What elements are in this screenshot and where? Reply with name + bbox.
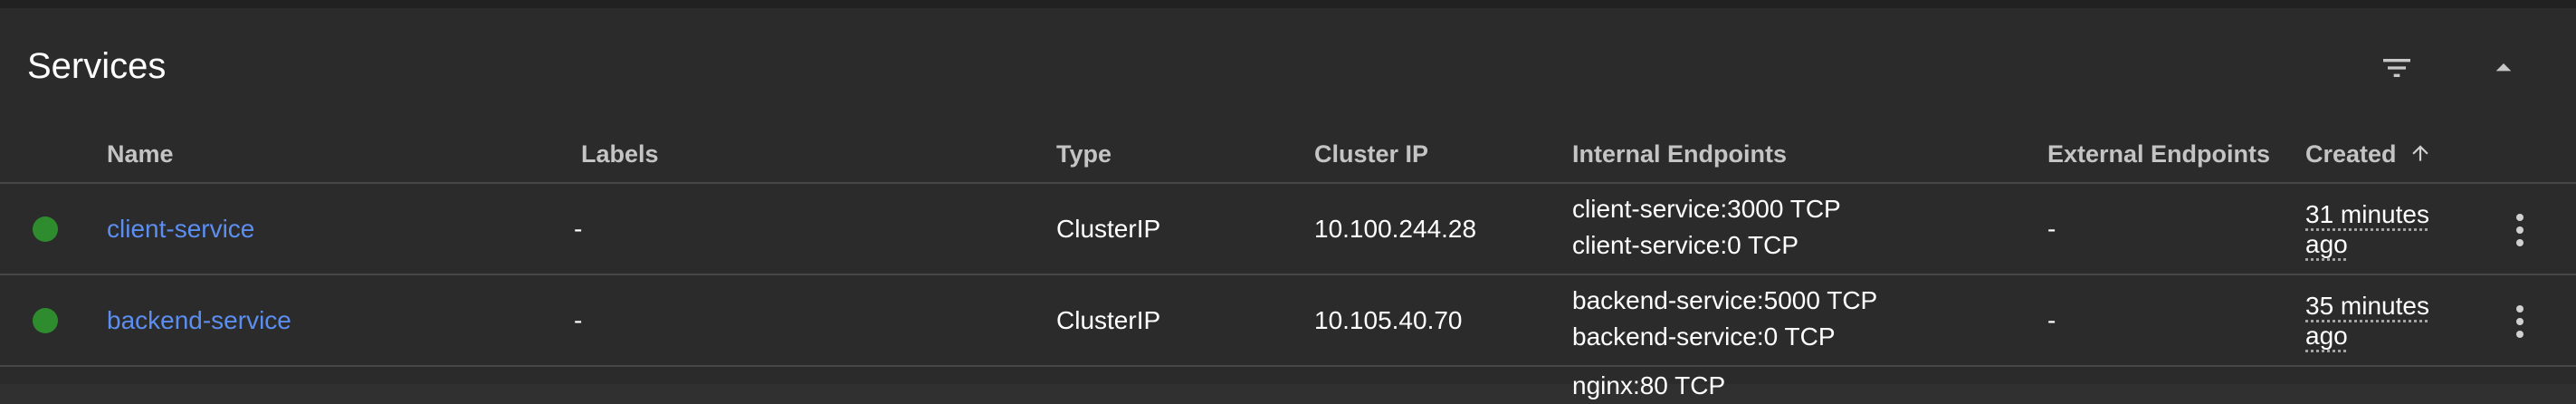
- internal-endpoint: client-service:0 TCP: [1572, 231, 1799, 259]
- filter-icon: [2383, 59, 2410, 77]
- cluster-ip-cell: 10.105.40.70: [1314, 306, 1463, 334]
- labels-cell: -: [574, 215, 583, 243]
- status-ok-icon: [33, 216, 58, 242]
- internal-endpoint-partial: nginx:80 TCP: [1572, 371, 1726, 399]
- column-header-external-endpoints: External Endpoints: [2047, 140, 2271, 168]
- more-vert-icon-dot: [2516, 214, 2524, 221]
- collapse-button[interactable]: [2475, 39, 2533, 97]
- column-header-created-label: Created: [2305, 140, 2397, 168]
- internal-endpoint: client-service:3000 TCP: [1572, 195, 1841, 223]
- expand-less-icon: [2495, 63, 2512, 72]
- arrow-upward-icon: [2412, 145, 2428, 161]
- created-time: 31 minutes: [2305, 200, 2429, 228]
- more-actions-button[interactable]: [2502, 203, 2538, 257]
- internal-endpoint: backend-service:0 TCP: [1572, 322, 1836, 351]
- table-row: backend-service - ClusterIP 10.105.40.70…: [0, 275, 2576, 365]
- external-endpoints-cell: -: [2047, 215, 2056, 243]
- service-name-link[interactable]: client-service: [107, 214, 254, 245]
- column-header-internal-endpoints: Internal Endpoints: [1572, 140, 1788, 168]
- table-row: client-service - ClusterIP 10.100.244.28…: [0, 184, 2576, 274]
- cluster-ip-cell: 10.100.244.28: [1314, 215, 1477, 243]
- services-card: Services Name Labels Type Cluster IP Int…: [0, 8, 2576, 399]
- internal-endpoint: backend-service:5000 TCP: [1572, 286, 1878, 314]
- created-time: 35 minutes: [2305, 292, 2429, 320]
- type-cell: ClusterIP: [1056, 306, 1161, 334]
- labels-cell: -: [574, 306, 583, 334]
- column-header-cluster-ip: Cluster IP: [1314, 140, 1429, 168]
- created-time-suffix: ago: [2305, 230, 2348, 258]
- status-ok-icon: [33, 308, 58, 333]
- external-endpoints-cell: -: [2047, 306, 2056, 334]
- service-name-link[interactable]: backend-service: [107, 305, 291, 336]
- created-time-suffix: ago: [2305, 322, 2348, 350]
- column-header-created[interactable]: Created: [2305, 139, 2432, 168]
- card-title: Services: [27, 46, 167, 86]
- column-header-type: Type: [1056, 140, 1112, 168]
- more-vert-icon-dot: [2516, 305, 2524, 313]
- column-header-name[interactable]: Name: [107, 139, 174, 168]
- top-bar: [0, 0, 2576, 8]
- column-header-labels: Labels: [581, 140, 659, 168]
- filter-button[interactable]: [2368, 39, 2426, 97]
- row-divider: [0, 365, 2576, 367]
- more-actions-button[interactable]: [2502, 294, 2538, 349]
- type-cell: ClusterIP: [1056, 215, 1161, 243]
